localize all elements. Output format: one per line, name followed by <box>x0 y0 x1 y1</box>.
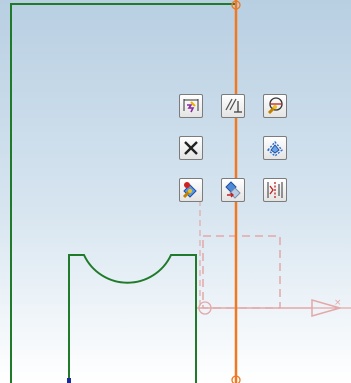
axis-marker: × <box>334 298 342 308</box>
slot-profile[interactable] <box>68 254 197 383</box>
transform-icon <box>225 181 241 199</box>
outer-profile[interactable] <box>10 3 237 383</box>
offset-button[interactable] <box>263 136 287 160</box>
vertex-point[interactable] <box>67 378 71 383</box>
sketch-drawing[interactable]: × <box>0 0 351 383</box>
delete-icon <box>184 141 198 155</box>
constraint-icon <box>225 98 242 113</box>
edit-icon <box>182 182 197 199</box>
lock-button[interactable] <box>263 94 287 118</box>
construction-rectangle[interactable] <box>202 235 281 309</box>
edit-button[interactable] <box>179 178 203 202</box>
constraint-button[interactable] <box>221 94 245 118</box>
sketch-canvas[interactable]: × <box>0 0 351 383</box>
mirror-button[interactable] <box>263 178 287 202</box>
mirror-icon <box>267 182 283 198</box>
delete-button[interactable] <box>179 136 203 160</box>
offset-icon <box>267 140 283 157</box>
lock-icon <box>267 97 283 115</box>
quick-trim-button[interactable] <box>179 94 203 118</box>
transform-button[interactable] <box>221 178 245 202</box>
quick-trim-icon <box>183 99 199 113</box>
